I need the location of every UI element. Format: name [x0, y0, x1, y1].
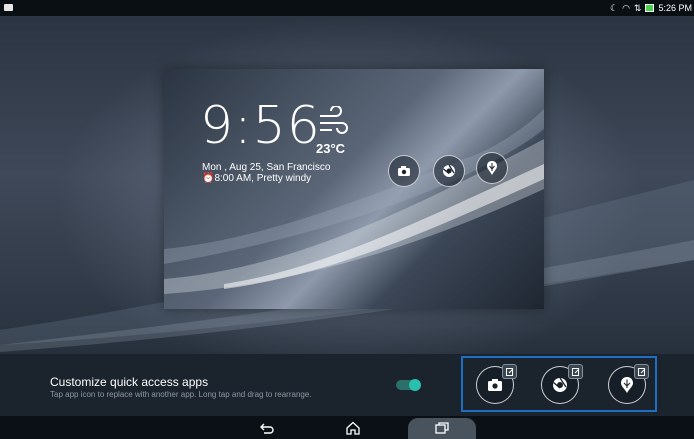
panel-subtitle: Tap app icon to replace with another app… — [50, 390, 312, 399]
home-button[interactable] — [338, 416, 368, 439]
recents-icon — [435, 421, 449, 434]
back-button[interactable] — [252, 416, 282, 439]
edit-camera-icon[interactable] — [502, 364, 517, 379]
camera-icon — [488, 379, 502, 391]
temperature: 23°C — [316, 141, 346, 156]
weather-icon — [621, 377, 633, 393]
preview-chrome-icon — [433, 155, 465, 187]
recents-button[interactable] — [427, 416, 457, 439]
chrome-icon — [553, 377, 567, 392]
wind-icon — [320, 106, 348, 134]
home-icon — [346, 421, 360, 435]
edit-chrome-icon[interactable] — [568, 364, 583, 379]
back-icon — [260, 423, 274, 434]
alarm-info: ⏰8:00 AM, Pretty windy — [202, 173, 312, 184]
edit-weather-icon[interactable] — [634, 364, 649, 379]
preview-camera-icon — [388, 155, 420, 187]
preview-weather-icon — [476, 152, 508, 184]
clock-display: 9:56 — [200, 96, 321, 156]
toggle-knob[interactable] — [409, 379, 421, 391]
panel-title: Customize quick access apps — [50, 375, 209, 389]
date-location: Mon , Aug 25, San Francisco — [202, 162, 331, 173]
alarm-icon: ⏰ — [202, 173, 215, 184]
lockscreen-settings-screen: ☾ ◠ ⇅ 5:26 PM 9:56 23°C Mon , Aug 25, Sa… — [0, 0, 694, 439]
